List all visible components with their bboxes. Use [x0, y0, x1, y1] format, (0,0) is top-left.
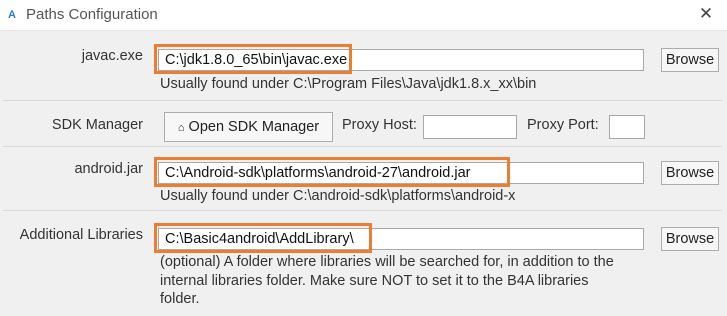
additional-libraries-browse-button[interactable]: Browse [661, 227, 719, 251]
javac-hint: Usually found under C:\Program Files\Jav… [160, 76, 537, 92]
proxy-host-input[interactable] [423, 115, 517, 139]
additional-libraries-label: Additional Libraries [19, 227, 143, 243]
title-bar[interactable]: A Paths Configuration ✕ [0, 0, 727, 31]
proxy-port-label: Proxy Port: [527, 117, 599, 133]
window-title: Paths Configuration [26, 6, 158, 23]
app-icon: A [8, 9, 16, 21]
dialog-content: javac.exe C:\jdk1.8.0_65\bin\javac.exe B… [0, 30, 727, 316]
libraries-hint-line-1: (optional) A folder where libraries will… [160, 254, 614, 270]
additional-libraries-input[interactable]: C:\Basic4android\AddLibrary\ [158, 228, 644, 250]
open-sdk-manager-label: Open SDK Manager [188, 119, 320, 135]
android-jar-browse-button[interactable]: Browse [661, 161, 719, 185]
separator [3, 146, 722, 147]
android-jar-label: android.jar [74, 161, 143, 177]
proxy-host-label: Proxy Host: [342, 117, 417, 133]
open-sdk-manager-button[interactable]: ⌂ Open SDK Manager [164, 112, 333, 142]
libraries-hint-line-3: folder. [160, 291, 200, 307]
sdk-manager-icon: ⌂ [177, 122, 185, 134]
close-icon[interactable]: ✕ [695, 3, 717, 25]
separator [3, 210, 722, 211]
paths-configuration-window: A Paths Configuration ✕ javac.exe C:\jdk… [0, 0, 727, 316]
javac-path-input[interactable]: C:\jdk1.8.0_65\bin\javac.exe [158, 49, 644, 71]
android-jar-hint: Usually found under C:\android-sdk\platf… [160, 188, 516, 204]
javac-label: javac.exe [81, 48, 143, 64]
sdk-manager-label: SDK Manager [51, 117, 143, 133]
libraries-hint-line-2: internal libraries folder. Make sure NOT… [160, 273, 589, 289]
javac-browse-button[interactable]: Browse [661, 48, 719, 72]
proxy-port-input[interactable] [609, 115, 645, 139]
android-jar-input[interactable]: C:\Android-sdk\platforms\android-27\andr… [158, 162, 644, 184]
separator [3, 100, 722, 101]
